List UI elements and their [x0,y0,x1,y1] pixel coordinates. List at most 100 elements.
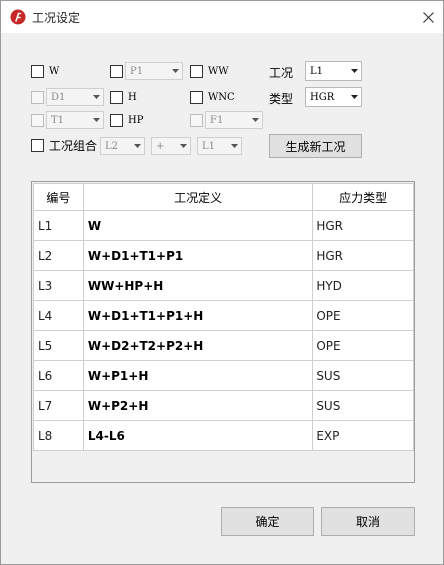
cell-definition[interactable]: WW+HP+H [82,270,314,301]
checkbox-f-enable[interactable] [190,112,203,128]
combo-f-value: F1 [210,114,224,126]
cell-stress-type[interactable]: EXP [312,420,414,451]
table-row[interactable]: L7 W+P2+H SUS [33,390,414,421]
checkbox-box[interactable] [31,64,44,78]
ok-button[interactable]: 确定 [221,507,314,536]
cell-stress-type[interactable]: HGR [312,210,414,241]
cell-definition[interactable]: W+D2+T2+P2+H [82,330,314,361]
cell-id[interactable]: L7 [33,390,84,421]
checkbox-w-label: W [49,65,60,77]
checkbox-w[interactable]: W [31,63,59,79]
combo-d[interactable]: D1 [46,88,104,106]
checkbox-box[interactable] [190,113,203,127]
checkbox-box[interactable] [31,90,44,104]
combo-stress-type[interactable]: HGR [305,87,362,107]
table-row[interactable]: L6 W+P1+H SUS [33,360,414,391]
combo-case-value: L1 [310,65,324,77]
type-label: 类型 [269,92,294,106]
chevron-down-icon [89,89,103,105]
cell-definition[interactable]: L4-L6 [82,420,314,451]
cell-stress-type[interactable]: HGR [312,240,414,271]
table-row[interactable]: L3 WW+HP+H HYD [33,270,414,301]
cell-stress-type[interactable]: HYD [312,270,414,301]
checkbox-box[interactable] [31,113,44,127]
checkbox-case-combination[interactable]: 工况组合 [31,137,97,153]
case-table: 编号 工况定义 应力类型 L1 W HGR L2 W+D1+T1+P1 HGR … [31,181,415,483]
chevron-down-icon [176,138,190,154]
checkbox-case-combination-label: 工况组合 [49,138,98,153]
generate-case-button[interactable]: 生成新工况 [269,134,362,158]
combo-combine-right-value: L1 [202,140,216,152]
combo-f[interactable]: F1 [205,111,263,129]
checkbox-ww[interactable]: WW [190,63,229,79]
cell-definition[interactable]: W+D1+T1+P1+H [82,300,314,331]
checkbox-p-enable[interactable] [110,63,123,79]
table-row[interactable]: L1 W HGR [33,210,414,241]
table-row[interactable]: L5 W+D2+T2+P2+H OPE [33,330,414,361]
table-row[interactable]: L2 W+D1+T1+P1 HGR [33,240,414,271]
combo-t[interactable]: T1 [46,111,104,129]
window-title: 工况设定 [32,11,81,25]
cell-id[interactable]: L1 [33,210,84,241]
cell-id[interactable]: L5 [33,330,84,361]
cell-definition[interactable]: W+D1+T1+P1 [82,240,314,271]
cell-definition[interactable]: W [82,210,314,241]
table-header-row: 编号 工况定义 应力类型 [33,183,414,211]
checkbox-h[interactable]: H [110,89,137,105]
cell-stress-type[interactable]: SUS [312,360,414,391]
checkbox-ww-label: WW [208,65,229,77]
close-button[interactable] [413,1,443,33]
chevron-down-icon [89,112,103,128]
chevron-down-icon [227,138,241,154]
combo-combine-left[interactable]: L2 [100,137,145,155]
chevron-down-icon [130,138,144,154]
cell-stress-type[interactable]: SUS [312,390,414,421]
checkbox-box[interactable] [110,64,123,78]
cell-definition[interactable]: W+P1+H [82,360,314,391]
cell-id[interactable]: L8 [33,420,84,451]
checkbox-box[interactable] [190,64,203,78]
combo-combine-right[interactable]: L1 [197,137,242,155]
checkbox-hp[interactable]: HP [110,112,143,128]
cell-definition[interactable]: W+P2+H [82,390,314,421]
checkbox-hp-label: HP [128,114,144,126]
case-table-grid: 编号 工况定义 应力类型 L1 W HGR L2 W+D1+T1+P1 HGR … [33,183,414,451]
checkbox-wnc-label: WNC [208,91,235,103]
case-label: 工况 [269,66,294,80]
checkbox-h-label: H [128,91,137,103]
combo-p-value: P1 [130,65,144,77]
combo-combine-operator-value: + [156,140,165,152]
cell-id[interactable]: L2 [33,240,84,271]
cell-id[interactable]: L6 [33,360,84,391]
dialog-window: 工况设定 W P1 WW 工况 L1 D1 H WNC 类型 HGR T1 HP… [0,0,444,565]
checkbox-wnc[interactable]: WNC [190,89,235,105]
cell-stress-type[interactable]: OPE [312,300,414,331]
checkbox-box[interactable] [31,138,44,152]
combo-stress-type-value: HGR [310,91,335,103]
combo-t-value: T1 [51,114,65,126]
combo-p[interactable]: P1 [125,62,183,80]
cell-id[interactable]: L4 [33,300,84,331]
checkbox-t-enable[interactable] [31,112,44,128]
table-row[interactable]: L8 L4-L6 EXP [33,420,414,451]
combo-combine-operator[interactable]: + [151,137,191,155]
checkbox-box[interactable] [110,113,123,127]
table-row[interactable]: L4 W+D1+T1+P1+H OPE [33,300,414,331]
chevron-down-icon [347,88,361,106]
column-header-id[interactable]: 编号 [33,183,84,211]
checkbox-box[interactable] [190,90,203,104]
column-header-stress-type[interactable]: 应力类型 [312,183,414,211]
column-header-definition[interactable]: 工况定义 [82,183,314,211]
combo-combine-left-value: L2 [105,140,119,152]
cancel-button[interactable]: 取消 [321,507,415,536]
app-logo-icon [10,9,26,25]
close-icon [422,11,434,23]
title-bar: 工况设定 [1,1,443,33]
cell-id[interactable]: L3 [33,270,84,301]
checkbox-box[interactable] [110,90,123,104]
cell-stress-type[interactable]: OPE [312,330,414,361]
combo-case[interactable]: L1 [305,61,362,81]
checkbox-d-enable[interactable] [31,89,44,105]
chevron-down-icon [168,63,182,79]
combo-d-value: D1 [51,91,66,103]
